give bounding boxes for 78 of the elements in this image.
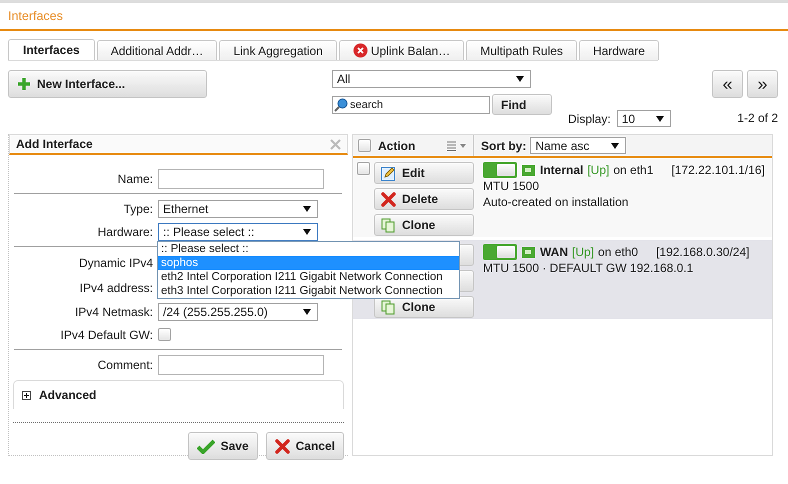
field-label: Comment: bbox=[96, 358, 154, 372]
caret-icon bbox=[303, 308, 311, 314]
find-button[interactable]: Find bbox=[492, 94, 552, 115]
caret-icon bbox=[303, 206, 311, 212]
list-menu-icon[interactable] bbox=[447, 140, 467, 150]
text-field[interactable] bbox=[158, 354, 324, 374]
result-range: 1-2 of 2 bbox=[737, 111, 778, 125]
field-label: Type: bbox=[122, 202, 154, 216]
dropdown-option[interactable]: :: Please select :: bbox=[158, 242, 459, 256]
save-button[interactable]: Save bbox=[188, 432, 258, 460]
checkmark-icon bbox=[196, 438, 215, 454]
field-label: IPv4 address: bbox=[78, 280, 154, 294]
checkbox[interactable] bbox=[357, 162, 370, 175]
address-text: [172.22.101.1/16] bbox=[671, 162, 765, 178]
caret-icon bbox=[516, 76, 524, 82]
network-card-icon bbox=[521, 246, 536, 258]
error-icon bbox=[352, 43, 368, 58]
select-field[interactable]: :: Please select :: bbox=[158, 222, 318, 240]
search-icon bbox=[334, 98, 348, 112]
tab[interactable]: Multipath Rules bbox=[466, 40, 577, 60]
toggle-switch[interactable] bbox=[483, 244, 517, 260]
plus-icon bbox=[22, 390, 31, 400]
field-label: IPv4 Default GW: bbox=[60, 328, 154, 342]
status-text: [Up] bbox=[572, 244, 594, 260]
select-field[interactable]: /24 (255.255.255.0) bbox=[158, 302, 318, 320]
filter-select[interactable]: All bbox=[332, 70, 531, 88]
cancel-button[interactable]: Cancel bbox=[266, 432, 344, 460]
interface-name: WAN bbox=[540, 244, 568, 260]
clone-button[interactable]: Clone bbox=[374, 214, 474, 236]
close-icon bbox=[274, 438, 290, 454]
delete-button[interactable]: Delete bbox=[374, 188, 474, 210]
field-label: Dynamic IPv4 bbox=[78, 256, 154, 270]
detail-text: MTU 1500 · DEFAULT GW 192.168.0.1 bbox=[483, 260, 694, 276]
network-card-icon bbox=[521, 164, 536, 176]
display-label: Display: bbox=[568, 112, 611, 126]
plus-icon bbox=[17, 77, 31, 91]
tab[interactable]: Hardware bbox=[578, 40, 659, 60]
address-text: [192.168.0.30/24] bbox=[656, 244, 750, 260]
panel-title: Add Interface bbox=[16, 137, 93, 151]
port-text: on eth1 bbox=[613, 162, 654, 178]
pager-button[interactable]: » bbox=[747, 70, 778, 98]
field-label: IPv4 Netmask: bbox=[74, 304, 154, 318]
pager-button[interactable]: « bbox=[712, 70, 743, 98]
tab[interactable]: Uplink Balan… bbox=[338, 40, 464, 60]
advanced-section[interactable]: Advanced bbox=[13, 380, 344, 409]
dropdown-option[interactable]: eth3 Intel Corporation I211 Gigabit Network Connection bbox=[158, 284, 459, 298]
close-icon bbox=[381, 192, 396, 206]
close-icon[interactable] bbox=[330, 138, 341, 150]
page-title: Interfaces bbox=[8, 9, 63, 23]
caret-icon bbox=[303, 228, 311, 234]
display-select[interactable]: 10 bbox=[616, 110, 671, 127]
detail-text: MTU 1500 bbox=[483, 178, 540, 194]
checkbox[interactable] bbox=[358, 139, 371, 152]
tab[interactable]: Interfaces bbox=[8, 39, 95, 60]
column-header: Action bbox=[378, 138, 416, 152]
status-text: [Up] bbox=[587, 162, 610, 178]
search-field[interactable]: search bbox=[332, 96, 490, 114]
tab[interactable]: Additional Addr… bbox=[96, 40, 218, 60]
select-field[interactable]: Ethernet bbox=[158, 200, 318, 218]
copy-icon bbox=[381, 300, 396, 314]
copy-icon bbox=[381, 218, 396, 232]
caret-icon bbox=[656, 116, 664, 122]
field-label: Hardware: bbox=[96, 224, 154, 238]
field-label: Name: bbox=[116, 172, 154, 186]
checkbox[interactable] bbox=[158, 328, 171, 341]
interface-name: Internal bbox=[540, 162, 584, 178]
caret-icon bbox=[611, 142, 620, 148]
new-interface-button[interactable]: New Interface... bbox=[8, 70, 207, 98]
pencil-icon bbox=[381, 166, 396, 180]
dropdown-option[interactable]: eth2 Intel Corporation I211 Gigabit Network Connection bbox=[158, 270, 459, 284]
port-text: on eth0 bbox=[598, 244, 638, 260]
detail-text: Auto-created on installation bbox=[483, 194, 630, 210]
toggle-switch[interactable] bbox=[483, 162, 517, 178]
edit-button[interactable]: Edit bbox=[374, 162, 474, 184]
text-field[interactable] bbox=[158, 168, 324, 188]
sort-label: Sort by: bbox=[481, 138, 526, 152]
sort-select[interactable]: Name asc bbox=[530, 137, 626, 154]
tab[interactable]: Link Aggregation bbox=[219, 40, 337, 60]
